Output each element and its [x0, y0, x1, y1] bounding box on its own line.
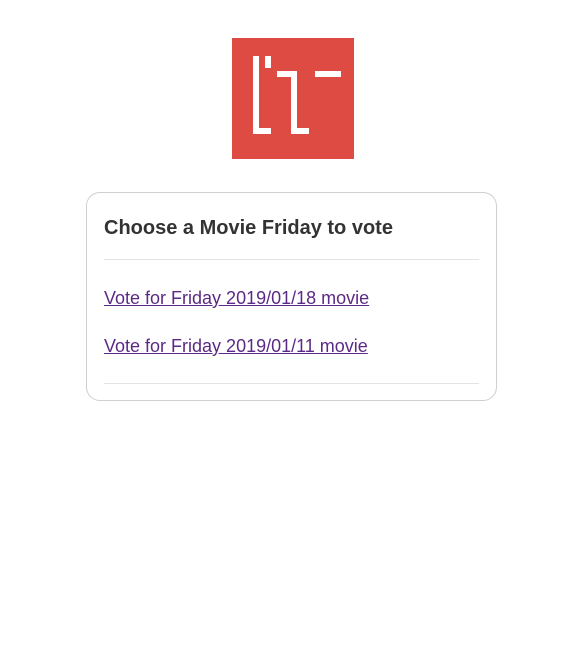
card-title: Choose a Movie Friday to vote	[104, 217, 393, 239]
vote-link-2019-01-11[interactable]: Vote for Friday 2019/01/11 movie	[104, 336, 368, 357]
vote-card: Choose a Movie Friday to vote Vote for F…	[86, 192, 497, 401]
divider	[104, 383, 479, 384]
vote-link-2019-01-18[interactable]: Vote for Friday 2019/01/18 movie	[104, 288, 369, 309]
brand-logo-icon	[232, 38, 354, 159]
brand-logo	[232, 38, 354, 159]
divider	[104, 259, 479, 260]
